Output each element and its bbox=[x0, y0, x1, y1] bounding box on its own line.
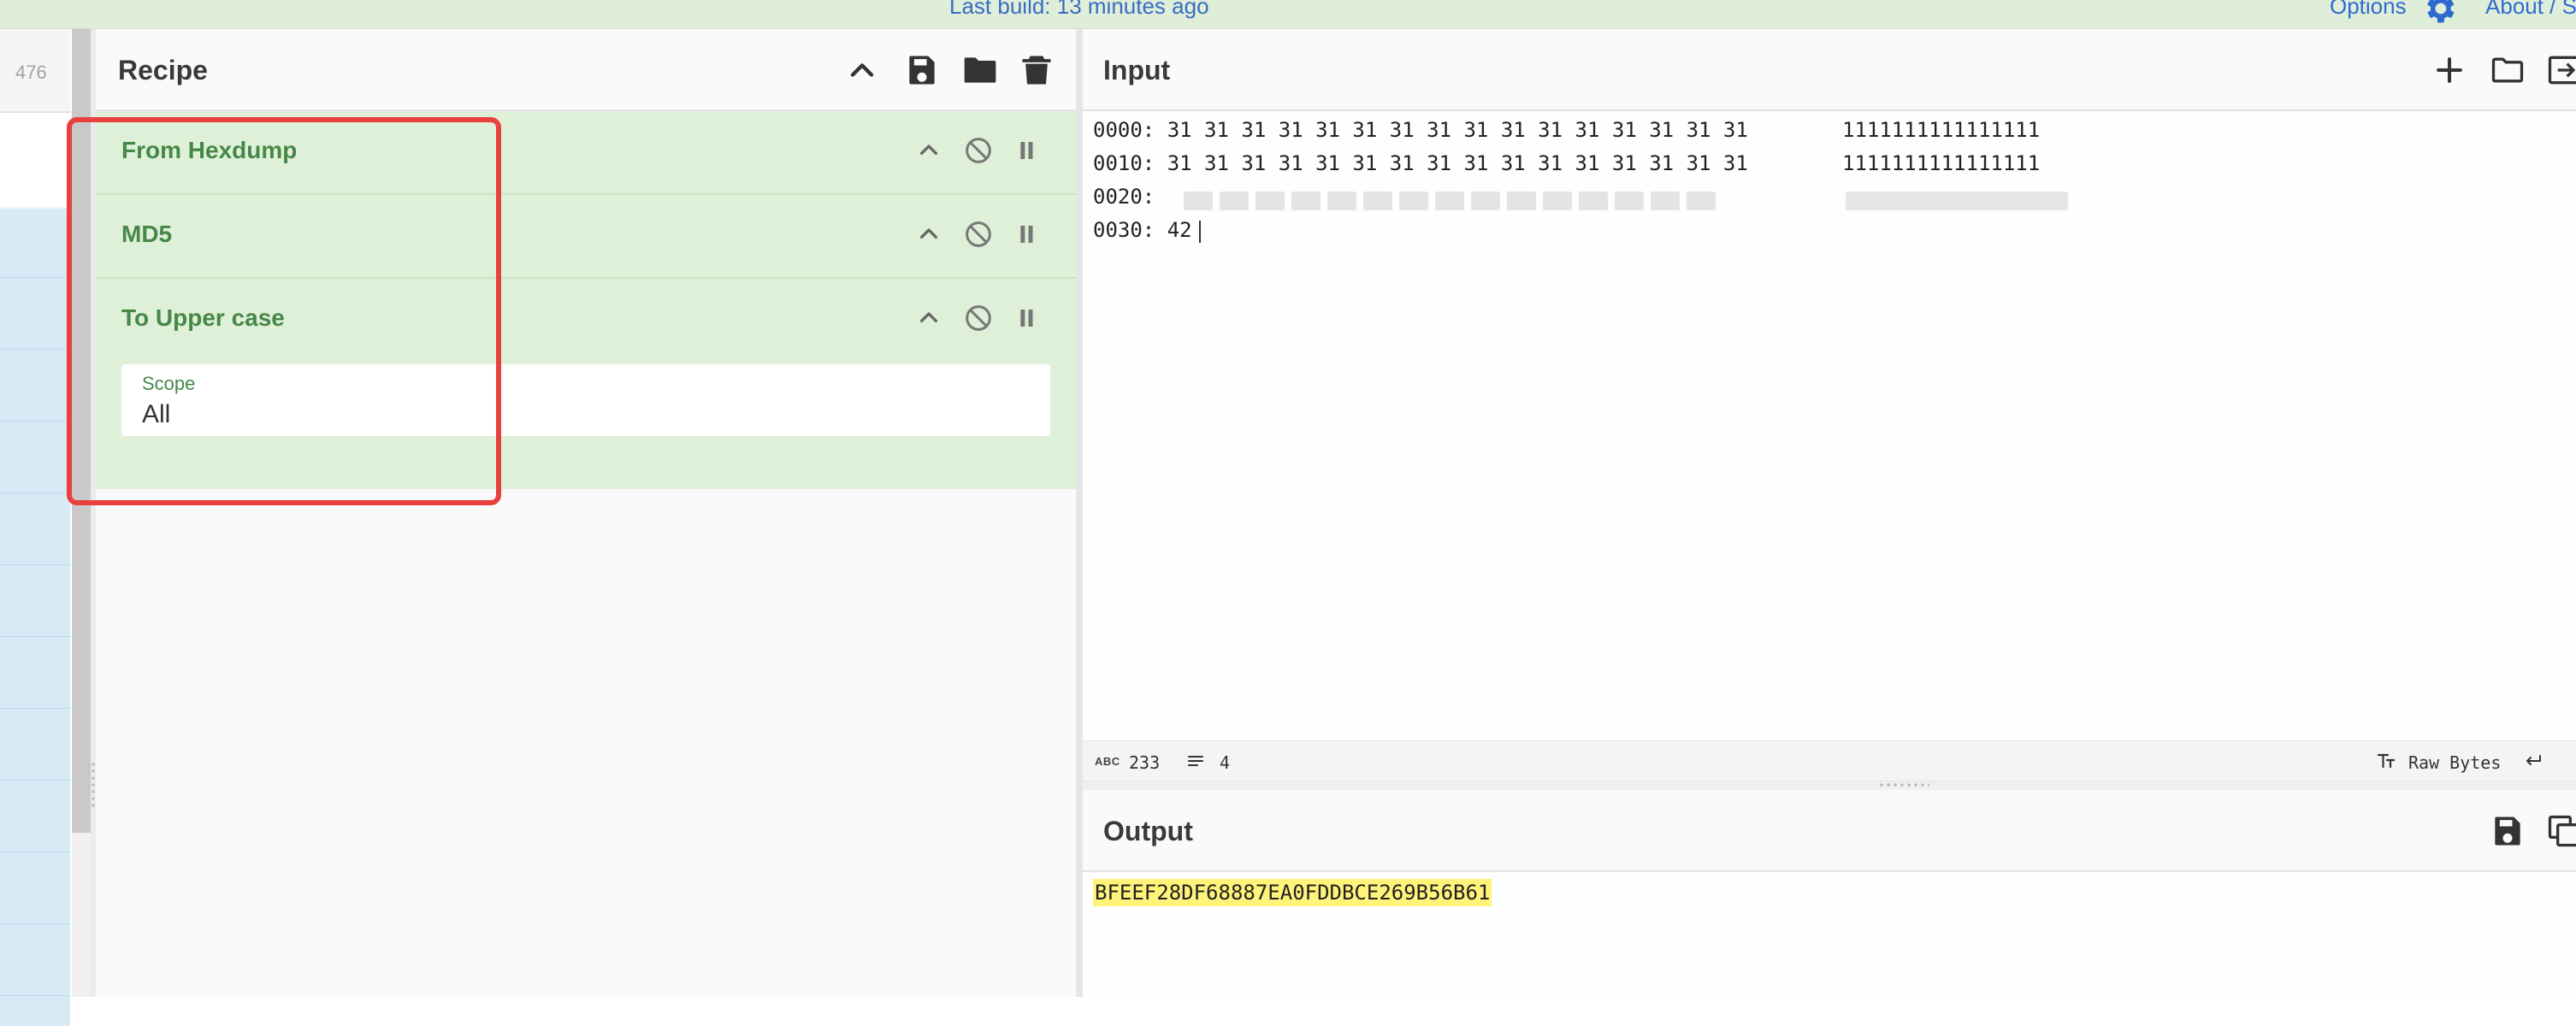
disable-icon[interactable] bbox=[961, 217, 996, 251]
input-line-count: 4 bbox=[1220, 752, 1230, 773]
recipe-operation[interactable]: From Hexdump bbox=[96, 111, 1076, 195]
encoding-selector[interactable]: Raw Bytes bbox=[2408, 752, 2501, 773]
operations-count: 476 bbox=[15, 62, 47, 84]
scope-select[interactable]: Scope All bbox=[121, 364, 1050, 436]
redacted-ascii bbox=[1846, 192, 2068, 210]
list-divider bbox=[0, 349, 70, 350]
pause-icon[interactable] bbox=[1009, 133, 1043, 168]
input-title: Input bbox=[1103, 55, 1170, 86]
hexdump-line: 0030: 42 bbox=[1093, 218, 1192, 242]
disable-icon[interactable] bbox=[961, 301, 996, 335]
folder-icon[interactable] bbox=[961, 51, 999, 89]
options-link[interactable]: Options bbox=[2330, 0, 2407, 20]
input-status-bar: ABC 233 4 Raw Bytes bbox=[1083, 740, 2576, 781]
operation-name: To Upper case bbox=[121, 304, 285, 332]
operation-name: From Hexdump bbox=[121, 137, 297, 164]
chevron-up-icon[interactable] bbox=[912, 217, 946, 251]
hexdump-line: 0010: 31 31 31 31 31 31 31 31 31 31 31 3… bbox=[1093, 151, 1748, 175]
list-divider bbox=[0, 421, 70, 422]
gear-icon[interactable] bbox=[2420, 0, 2458, 27]
list-divider bbox=[0, 995, 70, 996]
list-divider bbox=[0, 277, 70, 278]
eol-icon[interactable] bbox=[2521, 751, 2545, 771]
recipe-header: Recipe bbox=[96, 29, 1076, 111]
gutter-grip[interactable] bbox=[92, 761, 95, 809]
operations-scrollbar[interactable] bbox=[72, 29, 91, 997]
scope-label: Scope bbox=[142, 373, 195, 395]
text-format-icon bbox=[2374, 751, 2398, 771]
recipe-list: From Hexdump MD5 To bbox=[96, 111, 1076, 489]
list-divider bbox=[0, 923, 70, 924]
output-header: Output bbox=[1083, 790, 2576, 872]
recipe-operation[interactable]: MD5 bbox=[96, 195, 1076, 279]
input-header: Input bbox=[1083, 29, 2576, 111]
trash-icon[interactable] bbox=[1018, 51, 1055, 89]
list-divider bbox=[0, 780, 70, 781]
list-divider bbox=[0, 492, 70, 493]
scrollbar-thumb[interactable] bbox=[72, 29, 91, 833]
recipe-operation[interactable]: To Upper case Scope All bbox=[96, 279, 1076, 460]
hexdump-ascii: 1111111111111111 bbox=[1842, 151, 2040, 175]
operation-name: MD5 bbox=[121, 221, 172, 248]
list-divider bbox=[0, 636, 70, 637]
swap-icon[interactable] bbox=[2545, 51, 2576, 89]
copy-icon[interactable] bbox=[2545, 812, 2576, 850]
hexdump-line: 0020: bbox=[1093, 185, 1155, 209]
output-title: Output bbox=[1103, 816, 1193, 847]
save-output-icon[interactable] bbox=[2489, 812, 2526, 850]
build-status: Last build: 13 minutes ago bbox=[949, 0, 1209, 20]
chevron-up-icon[interactable] bbox=[912, 133, 946, 168]
pause-icon[interactable] bbox=[1009, 301, 1043, 335]
io-divider[interactable] bbox=[1083, 781, 2576, 790]
save-icon[interactable] bbox=[903, 51, 941, 89]
length-icon: ABC bbox=[1095, 755, 1120, 768]
text-caret bbox=[1199, 221, 1201, 243]
output-pane: Output BFEEF28DF68887EA0FDDBCE269B56B61 bbox=[1083, 790, 2576, 997]
input-pane: Input 0000: 31 31 31 31 31 31 31 31 31 3… bbox=[1083, 29, 2576, 781]
chevron-up-icon[interactable] bbox=[843, 51, 881, 89]
io-divider-grip[interactable] bbox=[1878, 783, 1929, 787]
pane-gutter[interactable] bbox=[1076, 29, 1083, 997]
operations-list[interactable] bbox=[0, 209, 70, 1026]
input-length: 233 bbox=[1129, 752, 1160, 773]
recipe-title: Recipe bbox=[118, 55, 208, 86]
add-icon[interactable] bbox=[2431, 51, 2468, 89]
hexdump-ascii: 1111111111111111 bbox=[1842, 118, 2040, 142]
recipe-pane: Recipe From Hexdump bbox=[96, 29, 1076, 997]
chevron-up-icon[interactable] bbox=[912, 301, 946, 335]
operations-search-area[interactable] bbox=[0, 113, 70, 207]
list-divider bbox=[0, 708, 70, 709]
list-divider bbox=[0, 564, 70, 565]
about-link[interactable]: About / S bbox=[2485, 0, 2576, 20]
hexdump-line: 0000: 31 31 31 31 31 31 31 31 31 31 31 3… bbox=[1093, 118, 1748, 142]
pause-icon[interactable] bbox=[1009, 217, 1043, 251]
disable-icon[interactable] bbox=[961, 133, 996, 168]
input-textarea[interactable]: 0000: 31 31 31 31 31 31 31 31 31 31 31 3… bbox=[1083, 111, 2576, 740]
output-value[interactable]: BFEEF28DF68887EA0FDDBCE269B56B61 bbox=[1093, 879, 1492, 906]
redacted-bytes bbox=[1184, 192, 1716, 210]
top-banner: Last build: 13 minutes ago Options About… bbox=[0, 0, 2576, 29]
open-folder-icon[interactable] bbox=[2489, 51, 2526, 89]
scope-value: All bbox=[142, 400, 170, 429]
operations-pane: 476 bbox=[0, 29, 70, 997]
lines-icon bbox=[1184, 751, 1208, 771]
